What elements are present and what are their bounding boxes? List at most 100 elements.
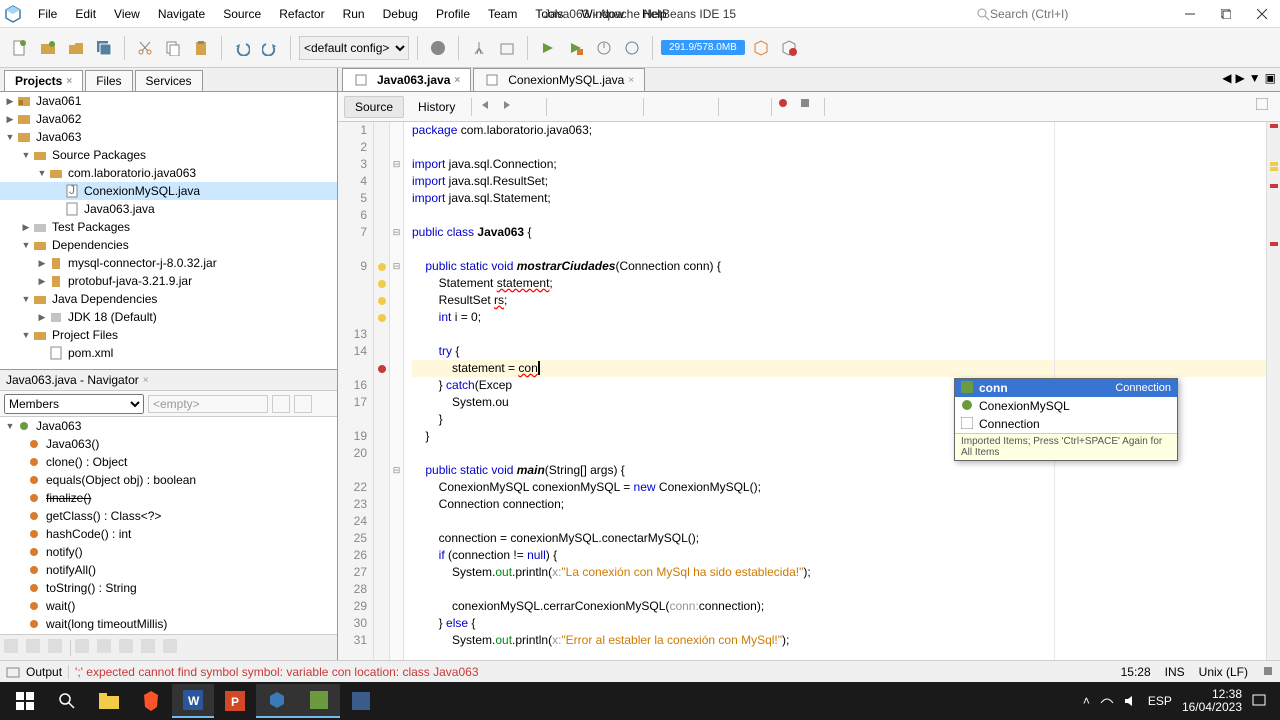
- close-icon[interactable]: ×: [454, 75, 460, 86]
- split-button[interactable]: [1256, 98, 1274, 116]
- error-stripe[interactable]: [1266, 122, 1280, 660]
- cut-button[interactable]: [133, 36, 157, 60]
- attach-debugger-button[interactable]: [620, 36, 644, 60]
- word-button[interactable]: W: [172, 684, 214, 718]
- copy-button[interactable]: [161, 36, 185, 60]
- close-icon[interactable]: ×: [66, 76, 72, 87]
- filter-input[interactable]: <empty>: [148, 395, 268, 413]
- source-packages-node[interactable]: ▼Source Packages: [0, 146, 337, 164]
- method-node[interactable]: notifyAll(): [0, 561, 337, 579]
- autocomplete-item[interactable]: Connection: [955, 415, 1177, 433]
- history-tab[interactable]: History: [408, 97, 465, 117]
- chevron-up-icon[interactable]: ˄: [1083, 694, 1090, 708]
- hint-icon[interactable]: [374, 258, 389, 275]
- project-node[interactable]: ▶Java061: [0, 92, 337, 110]
- source-tab[interactable]: Source: [344, 96, 404, 118]
- memory-meter[interactable]: 291.9/578.0MB: [661, 40, 745, 55]
- nav-btn[interactable]: [163, 639, 181, 657]
- nav-btn[interactable]: [48, 639, 66, 657]
- menu-view[interactable]: View: [106, 4, 148, 24]
- project-tree[interactable]: ▶Java061 ▶Java062 ▼Java063 ▼Source Packa…: [0, 92, 337, 370]
- close-icon[interactable]: ×: [143, 375, 149, 386]
- build-button[interactable]: [426, 36, 450, 60]
- project-node[interactable]: ▶Java062: [0, 110, 337, 128]
- toggle-bookmark-button[interactable]: [694, 98, 712, 116]
- java-file-node[interactable]: JConexionMySQL.java: [0, 182, 337, 200]
- close-button[interactable]: [1244, 2, 1280, 26]
- nav-btn[interactable]: [26, 639, 44, 657]
- editor-tab-conexion[interactable]: ConexionMySQL.java×: [473, 68, 645, 91]
- debug-button[interactable]: [564, 36, 588, 60]
- nav-btn[interactable]: [141, 639, 159, 657]
- start-button[interactable]: [4, 684, 46, 718]
- project-files-node[interactable]: ▼Project Files: [0, 326, 337, 344]
- members-select[interactable]: Members: [4, 394, 144, 414]
- paste-button[interactable]: [189, 36, 213, 60]
- app-button[interactable]: [298, 684, 340, 718]
- search-button[interactable]: [46, 684, 88, 718]
- wifi-icon[interactable]: [1100, 695, 1114, 707]
- nav-fwd-button[interactable]: [500, 98, 518, 116]
- find-selection-button[interactable]: [553, 98, 571, 116]
- jdk-node[interactable]: ▶JDK 18 (Default): [0, 308, 337, 326]
- method-node[interactable]: equals(Object obj) : boolean: [0, 471, 337, 489]
- maximize-button[interactable]: [1208, 2, 1244, 26]
- new-project-button[interactable]: [36, 36, 60, 60]
- brave-button[interactable]: [130, 684, 172, 718]
- shift-right-button[interactable]: [747, 98, 765, 116]
- menu-file[interactable]: File: [30, 4, 65, 24]
- line-ending[interactable]: Unix (LF): [1199, 665, 1248, 679]
- method-node[interactable]: wait(long timeoutMillis): [0, 615, 337, 633]
- scroll-right-icon[interactable]: ▶: [1236, 71, 1245, 85]
- redo-button[interactable]: [258, 36, 282, 60]
- method-node[interactable]: wait(): [0, 597, 337, 615]
- autocomplete-item[interactable]: conn Connection: [955, 379, 1177, 397]
- minimize-button[interactable]: [1172, 2, 1208, 26]
- navigator-tree[interactable]: ▼Java063 Java063() clone() : Object equa…: [0, 417, 337, 634]
- system-tray[interactable]: ˄ ESP 12:38 16/04/2023: [1083, 688, 1276, 714]
- config-select[interactable]: <default config>: [299, 36, 409, 60]
- shift-left-button[interactable]: [725, 98, 743, 116]
- method-node[interactable]: getClass() : Class<?>: [0, 507, 337, 525]
- macro-stop-button[interactable]: [800, 98, 818, 116]
- menu-refactor[interactable]: Refactor: [271, 4, 332, 24]
- app-button[interactable]: [340, 684, 382, 718]
- prev-bookmark-button[interactable]: [650, 98, 668, 116]
- nav-btn[interactable]: [75, 639, 93, 657]
- insert-mode[interactable]: INS: [1165, 665, 1185, 679]
- code-content[interactable]: package com.laboratorio.java063; import …: [404, 122, 1266, 660]
- tab-files[interactable]: Files: [85, 70, 132, 91]
- editor-tab-java063[interactable]: Java063.java×: [342, 68, 471, 91]
- pom-node[interactable]: pom.xml: [0, 344, 337, 362]
- constructor-node[interactable]: Java063(): [0, 435, 337, 453]
- close-icon[interactable]: ×: [628, 75, 634, 86]
- menu-navigate[interactable]: Navigate: [150, 4, 213, 24]
- next-bookmark-button[interactable]: [672, 98, 690, 116]
- clean-build-button[interactable]: [467, 36, 491, 60]
- undo-button[interactable]: [230, 36, 254, 60]
- filter-button[interactable]: [272, 395, 290, 413]
- nav-back-button[interactable]: [478, 98, 496, 116]
- new-file-button[interactable]: [8, 36, 32, 60]
- find-next-button[interactable]: [597, 98, 615, 116]
- save-all-button[interactable]: [92, 36, 116, 60]
- nav-btn[interactable]: [119, 639, 137, 657]
- notifications-icon[interactable]: [1252, 694, 1266, 708]
- package-node[interactable]: ▼com.laboratorio.java063: [0, 164, 337, 182]
- find-prev-button[interactable]: [575, 98, 593, 116]
- plugin-error-icon[interactable]: [777, 36, 801, 60]
- uncomment-button[interactable]: [853, 98, 871, 116]
- jar-node[interactable]: ▶protobuf-java-3.21.9.jar: [0, 272, 337, 290]
- toggle-highlight-button[interactable]: [619, 98, 637, 116]
- method-node[interactable]: toString() : String: [0, 579, 337, 597]
- fold-margin[interactable]: ⊟⊟⊟⊟: [390, 122, 404, 660]
- dropdown-icon[interactable]: ▼: [1249, 71, 1261, 85]
- menu-edit[interactable]: Edit: [67, 4, 104, 24]
- error-icon[interactable]: [374, 360, 389, 377]
- file-explorer-button[interactable]: [88, 684, 130, 718]
- scroll-left-icon[interactable]: ◀: [1222, 71, 1231, 85]
- search-input[interactable]: [990, 7, 1150, 21]
- plugin-icon[interactable]: [749, 36, 773, 60]
- menu-team[interactable]: Team: [480, 4, 525, 24]
- netbeans-button[interactable]: [256, 684, 298, 718]
